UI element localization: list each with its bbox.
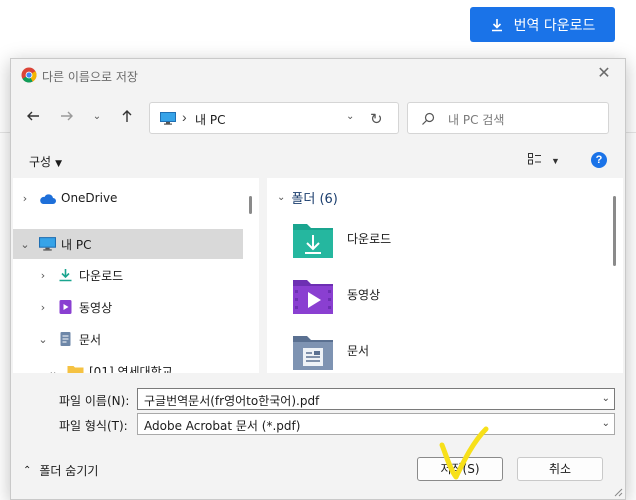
arrow-up-icon bbox=[122, 110, 132, 122]
back-button[interactable] bbox=[23, 106, 43, 126]
dialog-titlebar: 다른 이름으로 저장 ✕ bbox=[11, 59, 625, 91]
search-placeholder: 내 PC 검색 bbox=[448, 113, 505, 127]
chrome-icon bbox=[21, 67, 37, 83]
nav-item-label: 동영상 bbox=[79, 300, 113, 315]
nav-item-documents[interactable]: ⌄ 문서 bbox=[13, 324, 243, 354]
nav-item-onedrive[interactable]: › OneDrive bbox=[13, 183, 243, 213]
folder-icon bbox=[67, 366, 84, 373]
refresh-icon[interactable]: ↻ bbox=[370, 110, 383, 128]
save-as-dialog: 다른 이름으로 저장 ✕ ⌄ › 내 PC ⌄ ↻ 내 PC 검색 구성 ▼ ▼… bbox=[10, 58, 626, 500]
chevron-down-icon: ⌄ bbox=[92, 110, 102, 122]
nav-item-label: OneDrive bbox=[61, 191, 118, 205]
close-icon[interactable]: ✕ bbox=[597, 66, 611, 82]
download-icon bbox=[491, 18, 502, 31]
expand-chevron-icon[interactable]: › bbox=[19, 192, 31, 205]
expand-chevron-icon[interactable]: ⌄ bbox=[37, 333, 49, 346]
expand-chevron-icon[interactable]: ⌄ bbox=[47, 365, 59, 374]
address-bar[interactable]: › 내 PC ⌄ ↻ bbox=[149, 102, 399, 134]
document-icon bbox=[60, 332, 71, 346]
expand-chevron-icon[interactable]: › bbox=[37, 301, 49, 314]
downloads-folder-icon bbox=[293, 224, 333, 258]
up-button[interactable] bbox=[117, 106, 137, 126]
folder-name: 다운로드 bbox=[347, 232, 392, 246]
search-input[interactable]: 내 PC 검색 bbox=[407, 102, 609, 134]
cloud-icon bbox=[40, 194, 56, 204]
folder-downloads[interactable]: 다운로드 bbox=[283, 220, 483, 270]
nav-item-this-pc[interactable]: ⌄ 내 PC bbox=[13, 229, 243, 259]
content-pane: ⌄ 폴더 (6) 다운로드 동영상 문서 bbox=[267, 178, 607, 373]
filetype-value: Adobe Acrobat 문서 (*.pdf) bbox=[144, 419, 301, 433]
video-icon bbox=[59, 300, 72, 314]
help-button[interactable]: ? bbox=[591, 152, 607, 168]
chevron-down-icon: ⌄ bbox=[277, 192, 286, 203]
pc-icon bbox=[39, 237, 56, 251]
nav-item-downloads[interactable]: › 다운로드 bbox=[13, 260, 243, 290]
expand-chevron-icon[interactable]: › bbox=[37, 269, 49, 282]
hide-folders-label: 폴더 숨기기 bbox=[39, 464, 99, 478]
scrollbar-thumb[interactable] bbox=[249, 196, 252, 214]
filename-field[interactable]: 구글번역문서(fr영어to한국어).pdf ⌄ bbox=[137, 388, 615, 410]
folders-group-header[interactable]: ⌄ 폴더 (6) bbox=[277, 188, 338, 207]
arrow-right-icon bbox=[61, 111, 73, 121]
navigation-scrollbar[interactable] bbox=[243, 178, 259, 373]
dialog-title: 다른 이름으로 저장 bbox=[42, 70, 138, 84]
search-icon bbox=[422, 112, 435, 125]
folder-name: 동영상 bbox=[347, 288, 381, 302]
chevron-up-icon: ⌃ bbox=[23, 465, 32, 476]
caret-down-icon: ▼ bbox=[551, 156, 560, 166]
download-icon bbox=[59, 269, 72, 282]
chevron-down-icon[interactable]: ⌄ bbox=[602, 393, 610, 404]
chevron-down-icon[interactable]: ⌄ bbox=[602, 418, 610, 429]
recent-locations-button[interactable]: ⌄ bbox=[87, 106, 107, 126]
filename-label: 파일 이름(N): bbox=[59, 394, 130, 408]
pc-icon bbox=[160, 112, 176, 125]
documents-folder-icon bbox=[293, 336, 333, 370]
chevron-down-icon[interactable]: ⌄ bbox=[346, 111, 354, 122]
expand-chevron-icon[interactable]: ⌄ bbox=[19, 238, 31, 251]
folder-videos[interactable]: 동영상 bbox=[283, 276, 483, 326]
translate-download-label: 번역 다운로드 bbox=[513, 17, 596, 34]
breadcrumb-separator-icon: › bbox=[182, 109, 187, 125]
navigation-pane: › OneDrive ⌄ 내 PC › 다운로드 › 동영상 ⌄ 문서 ⌄ [0… bbox=[13, 178, 243, 373]
folder-documents[interactable]: 문서 bbox=[283, 332, 483, 373]
nav-item-label: 다운로드 bbox=[79, 268, 124, 283]
resize-grip-icon[interactable] bbox=[613, 487, 623, 497]
nav-item-yonsei-folder[interactable]: ⌄ [01] 연세대학교 bbox=[13, 356, 243, 373]
group-title: 폴더 (6) bbox=[291, 192, 338, 207]
breadcrumb-location[interactable]: 내 PC bbox=[195, 111, 225, 128]
filetype-label: 파일 형식(T): bbox=[59, 419, 128, 433]
videos-folder-icon bbox=[293, 280, 333, 314]
save-button[interactable]: 저장(S) bbox=[417, 457, 503, 481]
folder-name: 문서 bbox=[347, 344, 370, 358]
forward-button[interactable] bbox=[57, 106, 77, 126]
scrollbar-thumb[interactable] bbox=[613, 196, 616, 266]
translate-download-button[interactable]: 번역 다운로드 bbox=[470, 7, 615, 42]
view-options-button[interactable]: ▼ bbox=[528, 153, 560, 167]
organize-button[interactable]: 구성 ▼ bbox=[29, 153, 62, 170]
view-options-icon bbox=[528, 153, 541, 165]
pane-splitter[interactable] bbox=[259, 178, 267, 373]
nav-item-label: 내 PC bbox=[61, 237, 92, 252]
arrow-left-icon bbox=[27, 111, 39, 121]
organize-label: 구성 bbox=[29, 155, 52, 169]
filetype-select[interactable]: Adobe Acrobat 문서 (*.pdf) ⌄ bbox=[137, 413, 615, 435]
nav-item-label: 문서 bbox=[79, 332, 102, 347]
filename-value: 구글번역문서(fr영어to한국어).pdf bbox=[144, 394, 320, 408]
content-scrollbar[interactable] bbox=[607, 178, 623, 373]
nav-item-label: [01] 연세대학교 bbox=[89, 364, 173, 374]
nav-item-videos[interactable]: › 동영상 bbox=[13, 292, 243, 322]
caret-down-icon: ▼ bbox=[55, 159, 63, 169]
cancel-button[interactable]: 취소 bbox=[517, 457, 603, 481]
hide-folders-button[interactable]: ⌃ 폴더 숨기기 bbox=[23, 462, 98, 479]
